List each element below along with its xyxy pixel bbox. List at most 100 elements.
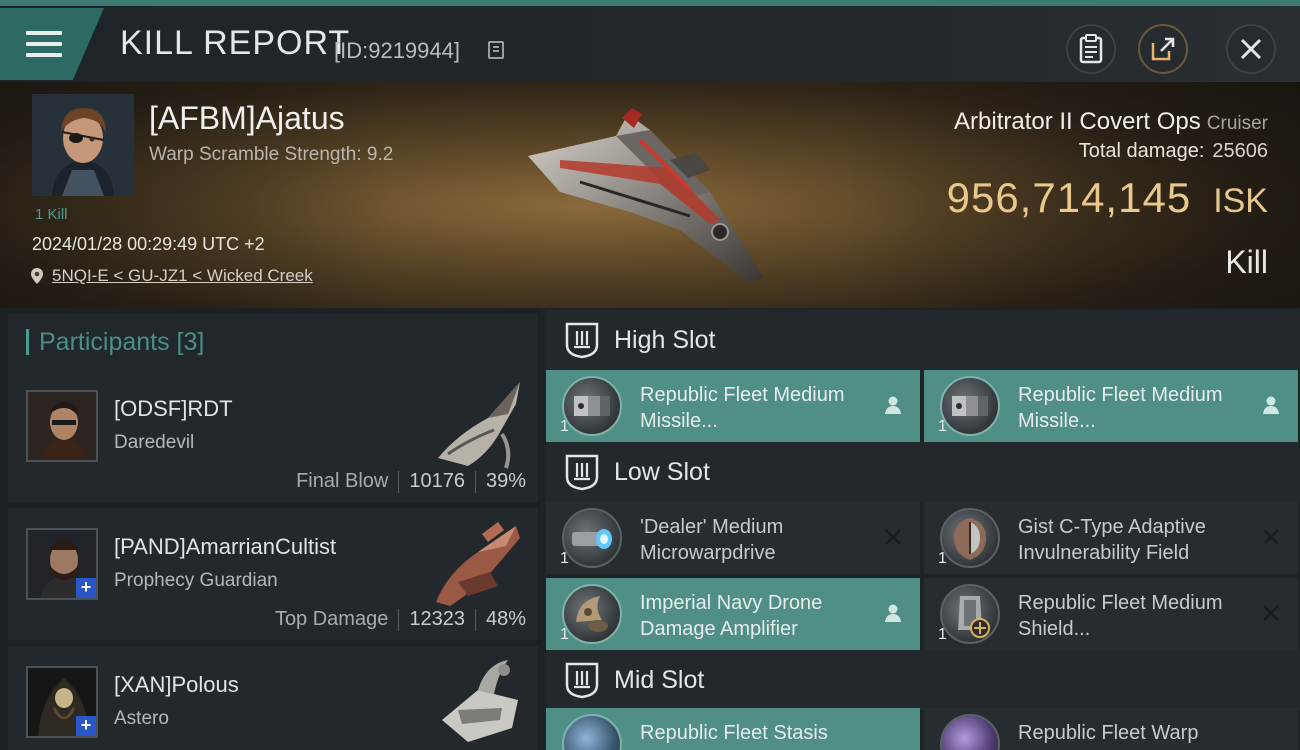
report-id: [ID:9219944] (334, 38, 460, 63)
participant-name[interactable]: [XAN]Polous (114, 672, 239, 698)
victim-name[interactable]: [AFBM]Ajatus (149, 100, 345, 137)
participant-avatar[interactable] (26, 390, 98, 462)
participant-avatar[interactable]: + (26, 528, 98, 600)
participants-header: Participants [3] (8, 314, 538, 370)
participant-stats: Final Blow 10176 39% (296, 470, 526, 493)
module-qty: 1 (560, 550, 569, 567)
module-name: Republic Fleet Warp (1018, 722, 1199, 744)
high-slot-icon (565, 322, 599, 359)
module-qty: 1 (938, 418, 947, 435)
final-blow-label: Final Blow (296, 470, 389, 492)
close-button[interactable] (1226, 24, 1276, 74)
top-damage-label: Top Damage (274, 608, 389, 630)
participant-ship: Prophecy Guardian (114, 570, 278, 591)
stats-divider (474, 470, 476, 493)
clipboard-icon (1079, 34, 1103, 64)
total-damage: Total damage: 25606 (1079, 140, 1268, 163)
person-icon (1263, 396, 1279, 414)
shield-extender-icon (940, 584, 1000, 644)
participant-percent: 48% (485, 608, 526, 630)
high-slot-module[interactable]: 1 Republic Fleet Medium Missile... (924, 370, 1298, 442)
participant-percent: 39% (485, 470, 526, 492)
warp-disruptor-icon (940, 714, 1000, 750)
stasis-webifier-icon (562, 714, 622, 750)
kill-count: 1 Kill (35, 206, 68, 223)
location-text: 5NQI-E < GU-JZ1 < Wicked Creek (52, 266, 313, 285)
isk-amount: 956,714,145 (946, 174, 1192, 221)
plus-badge-icon: + (76, 716, 96, 736)
high-slot-header: High Slot (546, 310, 1300, 370)
kill-datetime: 2024/01/28 00:29:49 UTC +2 (32, 234, 265, 254)
low-slot-module[interactable]: 1 Gist C-Type Adaptive Invulnerability F… (924, 502, 1298, 574)
participant-damage: 12323 (409, 608, 465, 630)
module-name: Republic Fleet Medium Missile... (640, 384, 845, 432)
prophecy-guardian-ship-icon (436, 522, 520, 606)
participant-damage: 10176 (409, 470, 465, 492)
menu-button[interactable] (0, 8, 104, 80)
kill-result: Kill (1225, 244, 1268, 280)
low-slot-module[interactable]: 1 'Dealer' Medium Microwarpdrive (546, 502, 920, 574)
isk-unit: ISK (1213, 182, 1268, 220)
hamburger-icon (26, 31, 62, 57)
page-title: KILL REPORT (120, 24, 351, 62)
missile-launcher-icon (940, 376, 1000, 436)
participant-ship: Daredevil (114, 432, 195, 453)
share-button[interactable] (1138, 24, 1188, 74)
low-slot-module[interactable]: 1 Imperial Navy Drone Damage Amplifier (546, 578, 920, 650)
header-accent-bar (26, 329, 29, 355)
high-slot-module[interactable]: 1 Republic Fleet Medium Missile... (546, 370, 920, 442)
close-icon (1240, 38, 1262, 60)
destroyed-icon (1263, 605, 1279, 621)
low-slot-icon (565, 454, 599, 491)
module-name: Republic Fleet Medium Shield... (1018, 592, 1223, 640)
low-slot-label: Low Slot (614, 457, 710, 486)
fitting-panel: High Slot 1 Republic Fleet Medium Missil… (540, 308, 1300, 750)
high-slot-label: High Slot (614, 325, 716, 354)
module-name: Republic Fleet Stasis (640, 722, 828, 744)
invulnerability-field-icon (940, 508, 1000, 568)
destroyed-icon (1263, 529, 1279, 545)
clipboard-button[interactable] (1066, 24, 1116, 74)
location-link[interactable]: 5NQI-E < GU-JZ1 < Wicked Creek (30, 266, 313, 286)
participant-name[interactable]: [ODSF]RDT (114, 396, 233, 422)
participant-card[interactable]: + [PAND]AmarrianCultist Prophecy Guardia… (8, 508, 538, 640)
participant-name[interactable]: [PAND]AmarrianCultist (114, 534, 336, 560)
mid-slot-module[interactable]: Republic Fleet Warp (924, 708, 1298, 750)
copy-icon[interactable] (488, 41, 504, 59)
victim-ship-name[interactable]: Arbitrator II Covert Ops Cruiser (954, 108, 1268, 136)
victim-avatar[interactable] (32, 94, 134, 196)
stats-divider (398, 608, 400, 631)
missile-launcher-icon (562, 376, 622, 436)
total-damage-label: Total damage: (1078, 140, 1205, 162)
participant-avatar[interactable]: + (26, 666, 98, 738)
ship-name-text: Arbitrator II Covert Ops (954, 108, 1201, 135)
plus-badge-icon: + (76, 578, 96, 598)
warp-scramble-strength: Warp Scramble Strength: 9.2 (149, 144, 394, 165)
module-qty: 1 (938, 626, 947, 643)
mid-slot-icon (565, 662, 599, 699)
participant-ship: Astero (114, 708, 169, 729)
module-name: Imperial Navy Drone Damage Amplifier (640, 592, 823, 640)
victim-panel: [AFBM]Ajatus Warp Scramble Strength: 9.2… (0, 82, 1300, 308)
location-pin-icon (31, 268, 43, 284)
person-icon (885, 604, 901, 622)
mid-slot-module[interactable]: Republic Fleet Stasis (546, 708, 920, 750)
module-qty: 1 (560, 418, 569, 435)
module-qty: 1 (938, 550, 947, 567)
participant-card[interactable]: [ODSF]RDT Daredevil Final Blow 10176 39% (8, 370, 538, 502)
module-name: Republic Fleet Medium Missile... (1018, 384, 1223, 432)
astero-ship-icon (442, 660, 518, 742)
low-slot-module[interactable]: 1 Republic Fleet Medium Shield... (924, 578, 1298, 650)
mid-slot-header: Mid Slot (546, 650, 1300, 710)
stats-divider (398, 470, 400, 493)
participants-label: Participants [3] (39, 327, 205, 356)
daredevil-ship-icon (438, 382, 520, 469)
microwarpdrive-icon (562, 508, 622, 568)
stats-divider (474, 608, 476, 631)
low-slot-header: Low Slot (546, 442, 1300, 502)
ship-class: Cruiser (1206, 113, 1268, 134)
participant-card[interactable]: + [XAN]Polous Astero (8, 646, 538, 750)
module-name: 'Dealer' Medium Microwarpdrive (640, 516, 784, 564)
module-qty: 1 (560, 626, 569, 643)
top-bar: KILL REPORT [ID:9219944] (0, 0, 1300, 82)
